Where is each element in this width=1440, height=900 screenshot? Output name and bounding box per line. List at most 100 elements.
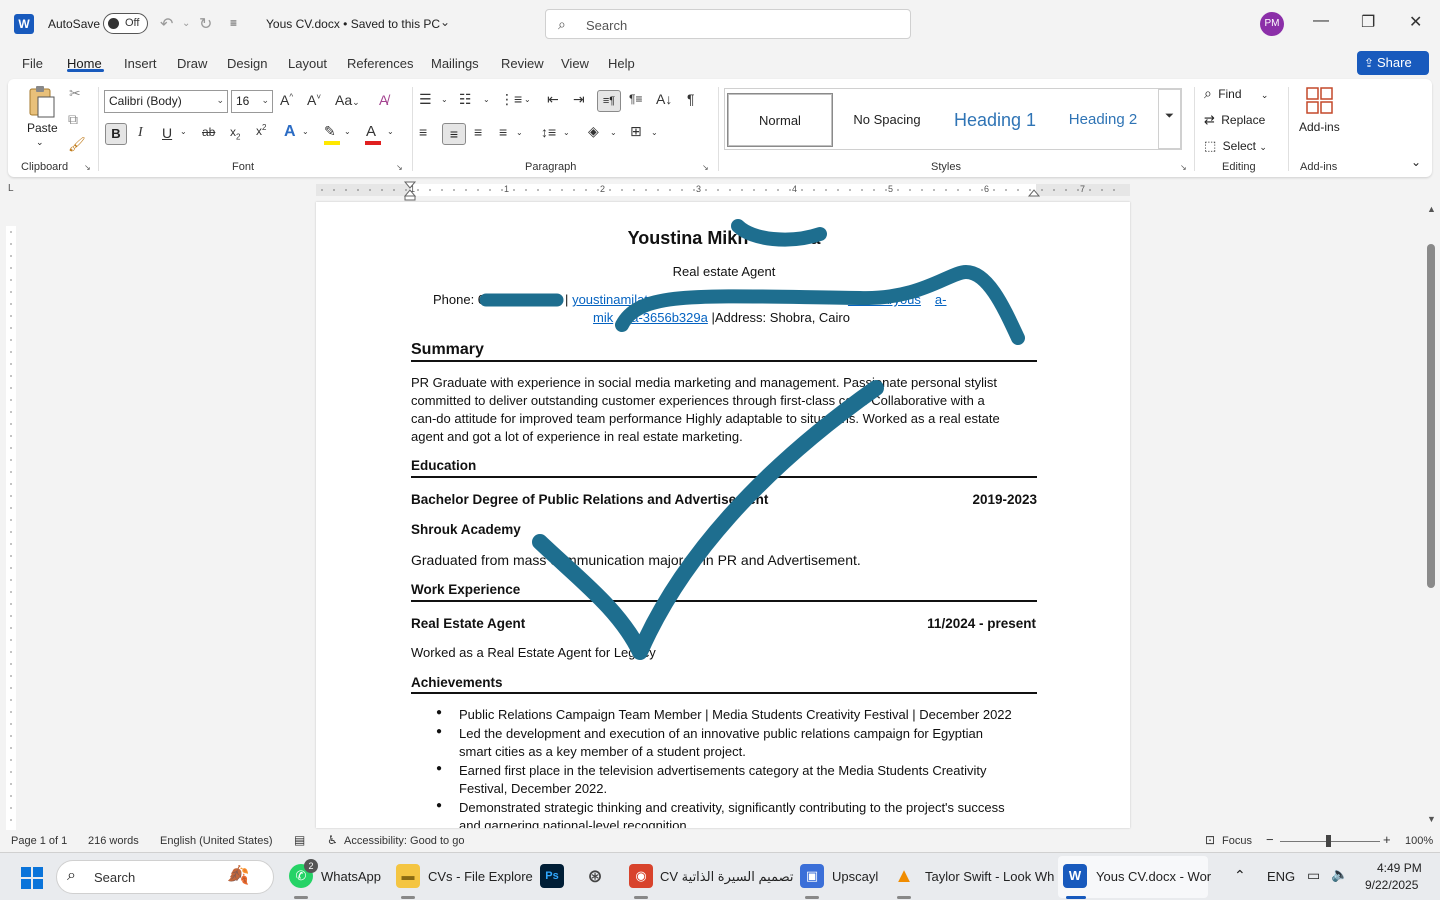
zoom-out-icon[interactable]: − bbox=[1266, 832, 1274, 847]
job-dates[interactable]: 11/2024 - present bbox=[927, 616, 1036, 631]
summary-line[interactable]: PR Graduate with experience in social me… bbox=[411, 374, 997, 392]
input-language[interactable]: ENG bbox=[1267, 869, 1295, 884]
upscayl-icon[interactable]: ▣ bbox=[800, 864, 824, 888]
cv-name[interactable]: Youstina Mikh a bbox=[411, 228, 1037, 249]
ltr-button[interactable]: ≡¶ bbox=[597, 90, 621, 112]
numbering-dropdown-icon[interactable]: ⌄ bbox=[483, 95, 490, 104]
align-right-icon[interactable]: ≡ bbox=[474, 124, 482, 140]
italic-icon[interactable]: I bbox=[138, 125, 143, 141]
sort-icon[interactable]: A↓ bbox=[656, 91, 672, 107]
email-link-tail[interactable]: lat bbox=[634, 292, 648, 307]
align-center-button[interactable]: ≡ bbox=[442, 123, 466, 145]
justify-dropdown-icon[interactable]: ⌄ bbox=[516, 128, 523, 137]
minimize-icon[interactable]: — bbox=[1313, 12, 1329, 30]
bullets-dropdown-icon[interactable]: ⌄ bbox=[441, 95, 448, 104]
document-title[interactable]: Yous CV.docx • Saved to this PC bbox=[266, 17, 440, 31]
borders-dropdown-icon[interactable]: ⌄ bbox=[651, 128, 658, 137]
vertical-scrollbar[interactable]: ▲ ▼ bbox=[1422, 202, 1440, 828]
autosave-toggle[interactable]: Off bbox=[103, 13, 148, 34]
close-icon[interactable]: ✕ bbox=[1409, 12, 1422, 32]
numbering-icon[interactable]: ☷ bbox=[459, 91, 472, 108]
restore-icon[interactable]: ❐ bbox=[1361, 12, 1375, 32]
vlc-icon[interactable]: ▲ bbox=[892, 864, 916, 888]
replace-button[interactable]: ⇄ Replace bbox=[1204, 112, 1265, 128]
volume-icon[interactable]: 🔈 bbox=[1331, 866, 1348, 883]
taskbar-item-upscayl[interactable]: Upscayl bbox=[832, 869, 878, 884]
underline-icon[interactable]: U bbox=[162, 125, 172, 141]
title-chevron-icon[interactable]: ⌄ bbox=[440, 15, 450, 29]
bold-button[interactable]: B bbox=[105, 123, 127, 145]
focus-label[interactable]: Focus bbox=[1222, 835, 1252, 847]
document-page[interactable]: Youstina Mikh a Real estate Agent Phone: … bbox=[316, 202, 1130, 828]
zoom-slider-handle[interactable] bbox=[1326, 835, 1331, 847]
change-case-icon[interactable]: Aa⌄ bbox=[335, 92, 360, 108]
taskbar-search[interactable]: ⌕ Search 🍂 bbox=[56, 860, 274, 894]
summary-heading[interactable]: Summary bbox=[411, 341, 484, 359]
network-icon[interactable]: ▭ bbox=[1307, 867, 1320, 884]
bullets-icon[interactable]: ☰ bbox=[419, 91, 432, 108]
school-name[interactable]: Shrouk Academy bbox=[411, 522, 521, 537]
degree-title[interactable]: Bachelor Degree of Public Relations and … bbox=[411, 492, 768, 507]
vertical-ruler[interactable] bbox=[4, 226, 18, 830]
tab-references[interactable]: References bbox=[347, 56, 413, 71]
underline-dropdown-icon[interactable]: ⌄ bbox=[180, 127, 187, 136]
borders-icon[interactable]: ⊞ bbox=[630, 123, 642, 140]
contact-line-2[interactable]: mik a-3656b329a |Address: Shobra, Cairo bbox=[593, 310, 850, 325]
shading-icon[interactable]: ◈ bbox=[588, 123, 599, 140]
styles-launcher-icon[interactable]: ↘ bbox=[1180, 163, 1187, 172]
linkedin-link-line2a[interactable]: mik bbox=[593, 310, 613, 325]
search-box[interactable]: ⌕ Search bbox=[545, 9, 911, 39]
line-spacing-icon[interactable]: ↕≡ bbox=[541, 124, 556, 140]
accessibility-icon[interactable]: ♿ bbox=[327, 833, 338, 847]
job-description[interactable]: Worked as a Real Estate Agent for Legacy bbox=[411, 644, 656, 662]
style-heading-2[interactable]: Heading 2 bbox=[1055, 93, 1151, 147]
linkedin-link-tail[interactable]: a- bbox=[935, 292, 947, 307]
paragraph-launcher-icon[interactable]: ↘ bbox=[702, 163, 709, 172]
chatgpt-icon[interactable]: ⊛ bbox=[583, 864, 607, 888]
clock-time[interactable]: 4:49 PM bbox=[1377, 861, 1422, 875]
work-heading[interactable]: Work Experience bbox=[411, 582, 520, 597]
paste-dropdown-icon[interactable]: ⌄ bbox=[36, 137, 44, 148]
decrease-indent-icon[interactable]: ⇤ bbox=[547, 91, 559, 108]
increase-indent-icon[interactable]: ⇥ bbox=[573, 91, 585, 108]
rtl-icon[interactable]: ¶≡ bbox=[629, 92, 642, 106]
accessibility-status[interactable]: Accessibility: Good to go bbox=[344, 835, 464, 847]
font-color-dropdown-icon[interactable]: ⌄ bbox=[387, 127, 394, 136]
highlight-dropdown-icon[interactable]: ⌄ bbox=[344, 127, 351, 136]
cv-role[interactable]: Real estate Agent bbox=[411, 264, 1037, 279]
style-heading-1[interactable]: Heading 1 bbox=[943, 93, 1047, 147]
achievements-heading[interactable]: Achievements bbox=[411, 675, 503, 690]
collapse-ribbon-icon[interactable]: ⌄ bbox=[1411, 155, 1421, 169]
style-no-spacing[interactable]: No Spacing bbox=[837, 93, 937, 147]
styles-more-button[interactable]: ⏷ bbox=[1158, 89, 1181, 149]
clock-date[interactable]: 9/22/2025 bbox=[1365, 878, 1418, 892]
addins-button[interactable] bbox=[1306, 87, 1334, 118]
multilevel-list-icon[interactable]: ⋮≡ bbox=[500, 91, 522, 108]
find-button[interactable]: ⌕ Find ⌄ bbox=[1204, 85, 1268, 102]
multilevel-dropdown-icon[interactable]: ⌄ bbox=[524, 95, 531, 104]
language[interactable]: English (United States) bbox=[160, 835, 273, 847]
text-effects-dropdown-icon[interactable]: ⌄ bbox=[302, 127, 309, 136]
line-spacing-dropdown-icon[interactable]: ⌄ bbox=[563, 128, 570, 137]
folder-icon[interactable]: ▬ bbox=[396, 864, 420, 888]
share-button[interactable]: ⇪ Share bbox=[1357, 51, 1429, 75]
education-note[interactable]: Graduated from mass communication majore… bbox=[411, 552, 861, 568]
page-count[interactable]: Page 1 of 1 bbox=[11, 835, 67, 847]
achievement-line[interactable]: Festival, December 2022. bbox=[459, 780, 607, 798]
tab-review[interactable]: Review bbox=[501, 56, 544, 71]
scroll-up-icon[interactable]: ▲ bbox=[1427, 204, 1436, 214]
customize-toolbar-icon[interactable]: ≡ bbox=[230, 16, 237, 30]
tab-draw[interactable]: Draw bbox=[177, 56, 207, 71]
system-tray-chevron-icon[interactable]: ⌃ bbox=[1234, 867, 1246, 884]
contact-line-1[interactable]: Phone: 0 | youstinamilat .com/in/yous a- bbox=[433, 292, 946, 307]
achievement-line[interactable]: Demonstrated strategic thinking and crea… bbox=[459, 799, 1005, 817]
achievement-line[interactable]: and garnering national-level recognition bbox=[459, 817, 687, 828]
highlight-icon[interactable]: ✎ bbox=[324, 123, 336, 140]
education-heading[interactable]: Education bbox=[411, 458, 476, 473]
taskbar-item-word[interactable]: Yous CV.docx - Wor bbox=[1096, 869, 1211, 884]
scroll-thumb[interactable] bbox=[1427, 244, 1435, 588]
shading-dropdown-icon[interactable]: ⌄ bbox=[610, 128, 617, 137]
taskbar-item-whatsapp[interactable]: WhatsApp bbox=[321, 869, 381, 884]
start-button[interactable] bbox=[20, 866, 44, 890]
font-launcher-icon[interactable]: ↘ bbox=[396, 163, 403, 172]
